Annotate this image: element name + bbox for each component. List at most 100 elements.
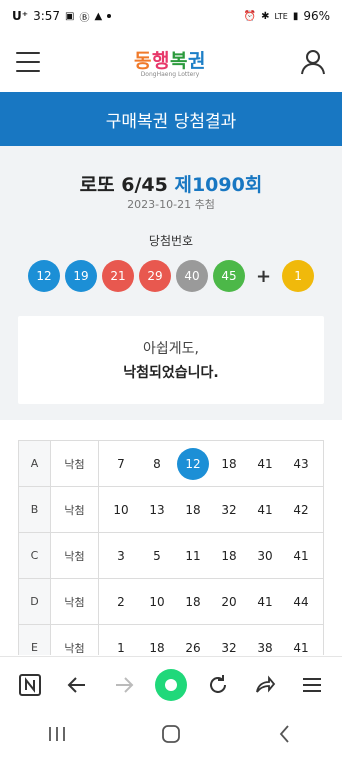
draw-title: 로또 6/45 제1090회 — [0, 170, 342, 197]
ticket-number: 7 — [117, 456, 125, 471]
winning-ball: 29 — [138, 260, 171, 292]
signal-icon: ▮ — [292, 10, 299, 22]
share-icon[interactable] — [247, 667, 283, 703]
winning-ball: 21 — [101, 260, 134, 292]
ticket-number: 3 — [117, 548, 125, 563]
ticket-number: 2 — [117, 594, 125, 609]
winning-ball: 40 — [175, 260, 208, 292]
ticket-letter: D — [18, 578, 51, 625]
user-icon[interactable] — [300, 49, 326, 75]
status-left: U⁺ 3:57 ▣ Ⓑ ▲ — [12, 9, 112, 24]
ticket-table: A 낙첨 7 8 12 18 41 43 B 낙첨 10 13 18 32 41 42 C 낙첨 3 5 11 18 30 4… — [18, 440, 324, 655]
warning-icon: ▲ — [94, 10, 103, 22]
ticket-number: 10 — [113, 502, 129, 517]
donghaeng-lottery-logo[interactable]: 동행복권 DongHaeng Lottery — [134, 46, 206, 78]
ticket-number: 43 — [293, 456, 309, 471]
result-message-line1: 아쉽게도, — [143, 341, 199, 357]
ticket-row: C 낙첨 3 5 11 18 30 41 — [18, 532, 324, 579]
clock: 3:57 — [33, 9, 61, 23]
ticket-number: 18 — [185, 594, 201, 609]
ticket-number: 32 — [221, 640, 237, 655]
recents-icon[interactable] — [47, 725, 67, 747]
ticket-number: 32 — [221, 502, 237, 517]
ticket-number: 13 — [149, 502, 165, 517]
ticket-status: 낙첨 — [50, 578, 99, 625]
ticket-number: 1 — [117, 640, 125, 655]
ticket-number: 18 — [221, 456, 237, 471]
ticket-number: 30 — [257, 548, 273, 563]
ticket-number: 41 — [257, 502, 273, 517]
forward-arrow-icon[interactable] — [106, 667, 142, 703]
ticket-numbers: 1 18 26 32 38 41 — [98, 624, 324, 655]
alarm-icon: ⏰ — [243, 10, 257, 22]
battery-label: 96% — [303, 9, 330, 23]
winning-ball: 19 — [64, 260, 97, 292]
ticket-numbers: 3 5 11 18 30 41 — [98, 532, 324, 579]
gallery-icon: ▣ — [65, 10, 75, 22]
ticket-number: 42 — [293, 502, 309, 517]
ticket-status: 낙첨 — [50, 532, 99, 579]
winning-numbers-label: 당첨번호 — [148, 234, 194, 248]
ticket-status: 낙첨 — [50, 440, 99, 487]
back-arrow-icon[interactable] — [59, 667, 95, 703]
browser-toolbar — [0, 656, 342, 712]
winning-numbers: 12 19 21 29 40 45 + 1 — [0, 260, 342, 292]
result-message-box: 아쉽게도, 낙첨되었습니다. — [18, 316, 324, 404]
ticket-number: 41 — [257, 594, 273, 609]
draw-round: 제1090회 — [174, 174, 263, 196]
logo-subtitle: DongHaeng Lottery — [140, 71, 200, 78]
ticket-number: 26 — [185, 640, 201, 655]
bluetooth-icon: ✱ — [261, 10, 270, 22]
draw-date: 2023-10-21 추첨 — [127, 198, 215, 211]
ticket-number: 41 — [293, 640, 309, 655]
draw-result-section: 로또 6/45 제1090회 2023-10-21 추첨 당첨번호 12 19 … — [0, 146, 342, 420]
ticket-letter: E — [18, 624, 51, 655]
game-name: 로또 6/45 — [79, 174, 168, 196]
winning-ball: 45 — [212, 260, 245, 292]
ticket-number: 18 — [149, 640, 165, 655]
ticket-letter: C — [18, 532, 51, 579]
ticket-table-container[interactable]: A 낙첨 7 8 12 18 41 43 B 낙첨 10 13 18 32 41 42 C 낙첨 3 5 11 18 30 4… — [18, 440, 324, 655]
ticket-status: 낙첨 — [50, 624, 99, 655]
ticket-number: 38 — [257, 640, 273, 655]
status-right: ⏰ ✱ LTE ▮ 96% — [244, 9, 330, 23]
refresh-icon[interactable] — [200, 667, 236, 703]
notification-dot-icon — [107, 14, 112, 18]
ticket-number: 20 — [221, 594, 237, 609]
ticket-letter: B — [18, 486, 51, 533]
back-icon[interactable] — [275, 724, 295, 748]
ticket-numbers: 10 13 18 32 41 42 — [98, 486, 324, 533]
ticket-numbers: 7 8 12 18 41 43 — [98, 440, 324, 487]
logo-text: 동행복권 — [134, 50, 206, 72]
page-title-bar: 구매복권 당첨결과 — [0, 92, 342, 146]
ticket-number: 10 — [149, 594, 165, 609]
ticket-letter: A — [18, 440, 51, 487]
plus-sign: + — [255, 265, 272, 287]
bonus-ball: 1 — [282, 260, 315, 292]
ticket-number: 18 — [185, 502, 201, 517]
winning-ball: 12 — [27, 260, 60, 292]
menu-icon[interactable] — [294, 667, 330, 703]
ticket-number: 41 — [293, 548, 309, 563]
ticket-number: 44 — [293, 594, 309, 609]
home-circle-icon[interactable] — [153, 667, 189, 703]
home-icon[interactable] — [161, 724, 181, 748]
app-header: 동행복권 DongHaeng Lottery — [0, 32, 342, 92]
ticket-number: 8 — [153, 456, 161, 471]
ticket-row: B 낙첨 10 13 18 32 41 42 — [18, 486, 324, 533]
system-nav-bar — [0, 712, 342, 760]
ticket-status: 낙첨 — [50, 486, 99, 533]
network-label: LTE — [274, 11, 288, 21]
hamburger-menu-icon[interactable] — [16, 52, 40, 72]
page-title: 구매복권 당첨결과 — [105, 111, 237, 132]
ticket-number: 41 — [257, 456, 273, 471]
status-bar: U⁺ 3:57 ▣ Ⓑ ▲ ⏰ ✱ LTE ▮ 96% — [0, 0, 342, 32]
carrier-label: U⁺ — [12, 9, 29, 23]
naver-n-icon[interactable] — [12, 667, 48, 703]
app-b-icon: Ⓑ — [79, 12, 90, 24]
result-message-line2: 낙첨되었습니다. — [123, 365, 219, 381]
ticket-number-matched: 12 — [177, 447, 209, 480]
ticket-number: 11 — [185, 548, 201, 563]
ticket-row: D 낙첨 2 10 18 20 41 44 — [18, 578, 324, 625]
ticket-number: 18 — [221, 548, 237, 563]
